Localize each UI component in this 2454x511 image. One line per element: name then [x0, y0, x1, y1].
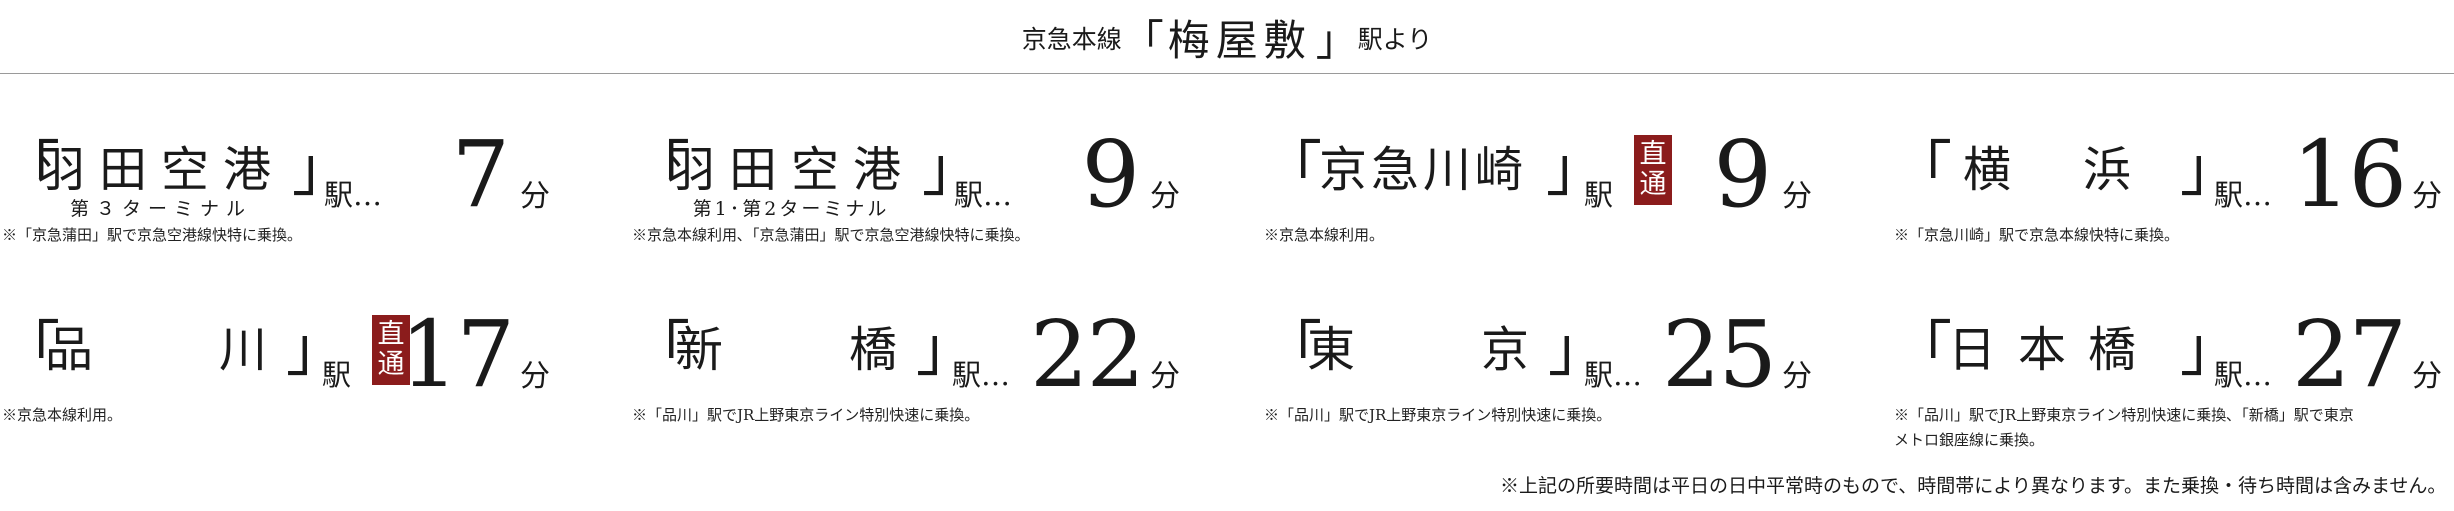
station-name: 羽田空港	[36, 142, 285, 198]
route-card: 「 羽田空港 第３ターミナル 」 駅… 7 分 ※「京急蒲田」駅で京急空港線快特…	[0, 129, 602, 295]
eki-label: 駅	[2214, 358, 2244, 392]
title-suffix: 駅より	[1357, 25, 1433, 54]
leader-dots: …	[2243, 178, 2273, 212]
station-name: 東 京	[1306, 322, 1539, 378]
route-note: ※京急本線利用。	[1264, 223, 1864, 248]
station-name: 品 川	[44, 322, 277, 378]
route-card: 「 横 浜 」 駅… 16 分 ※「京急川崎」駅で京急本線快特に乗換。	[1892, 129, 2454, 295]
leader-dots: …	[983, 178, 1013, 212]
origin-station: 梅屋敷	[1167, 16, 1312, 65]
route-card: 「 日本橋 」 駅… 27 分 ※「品川」駅でJR上野東京ライン特別快速に乗換､…	[1892, 309, 2454, 475]
leader-dots: …	[2243, 358, 2273, 392]
station-subname: 第３ターミナル	[69, 198, 252, 220]
station-name: 日本橋	[1947, 322, 2158, 378]
travel-minutes: 22	[1030, 301, 1145, 408]
travel-minutes: 7	[451, 121, 510, 228]
travel-minutes: 17	[400, 301, 515, 408]
eki-label: 駅	[2214, 178, 2244, 212]
minutes-unit: 分	[2412, 179, 2442, 214]
route-card: 「 品 川 」 駅 直 通 17 分 ※京急本線利用。	[0, 309, 602, 475]
station-name: 新 橋	[674, 322, 907, 378]
note-line: ※「京急川崎」駅で京急本線快特に乗換。	[1894, 226, 2180, 244]
route-note: ※「品川」駅でJR上野東京ライン特別快速に乗換。	[1264, 403, 1864, 428]
page-title: 京急本線 「 梅屋敷 」 駅より	[0, 8, 2454, 62]
station-subname: 第1･第2ターミナル	[692, 198, 890, 220]
note-line: ※「京急蒲田」駅で京急空港線快特に乗換。	[2, 226, 303, 244]
eki-label: 駅	[1584, 178, 1614, 212]
note-line: ※京急本線利用。	[2, 406, 123, 424]
station-name: 京急川崎	[1318, 142, 1527, 198]
note-line: ※「品川」駅でJR上野東京ライン特別快速に乗換。	[1264, 406, 1612, 424]
leader-dots: …	[353, 178, 383, 212]
eki-label: 駅	[1584, 358, 1614, 392]
eki-label: 駅	[322, 358, 352, 392]
title-close-bracket: 」	[1315, 16, 1358, 65]
note-line: ※京急本線利用､「京急蒲田」駅で京急空港線快特に乗換。	[632, 226, 1030, 244]
leader-dots: …	[981, 358, 1011, 392]
minutes-unit: 分	[1150, 359, 1180, 394]
station-name: 羽田空港	[666, 142, 915, 198]
minutes-unit: 分	[520, 179, 550, 214]
minutes-unit: 分	[2412, 359, 2442, 394]
route-note: ※「品川」駅でJR上野東京ライン特別快速に乗換､「新橋」駅で東京 メトロ銀座線に…	[1894, 403, 2454, 453]
route-note: ※「品川」駅でJR上野東京ライン特別快速に乗換。	[632, 403, 1232, 428]
route-card: 「 新 橋 」 駅… 22 分 ※「品川」駅でJR上野東京ライン特別快速に乗換。	[630, 309, 1232, 475]
line-name: 京急本線	[1021, 25, 1122, 54]
route-note: ※京急本線利用､「京急蒲田」駅で京急空港線快特に乗換。	[632, 223, 1232, 248]
route-card: 「 京急川崎 」 駅 直 通 9 分 ※京急本線利用。	[1262, 129, 1864, 295]
eki-label: 駅	[952, 358, 982, 392]
minutes-unit: 分	[520, 359, 550, 394]
travel-minutes: 9	[1713, 121, 1772, 228]
title-open-bracket: 「	[1121, 16, 1164, 65]
eki-label: 駅	[324, 178, 354, 212]
travel-minutes: 9	[1081, 121, 1140, 228]
minutes-unit: 分	[1782, 359, 1812, 394]
travel-minutes: 16	[2292, 121, 2407, 228]
minutes-unit: 分	[1782, 179, 1812, 214]
route-card: 「 東 京 」 駅… 25 分 ※「品川」駅でJR上野東京ライン特別快速に乗換。	[1262, 309, 1864, 475]
station-name: 横 浜	[1962, 142, 2143, 198]
note-line: メトロ銀座線に乗換。	[1894, 431, 2045, 449]
route-note: ※「京急川崎」駅で京急本線快特に乗換。	[1894, 223, 2454, 248]
leader-dots: …	[1613, 358, 1643, 392]
eki-label: 駅	[954, 178, 984, 212]
travel-minutes: 25	[1662, 301, 1777, 408]
note-line: ※京急本線利用。	[1264, 226, 1385, 244]
route-note: ※「京急蒲田」駅で京急空港線快特に乗換。	[2, 223, 602, 248]
header-divider	[0, 73, 2454, 74]
note-line: ※「品川」駅でJR上野東京ライン特別快速に乗換､「新橋」駅で東京	[1894, 406, 2354, 424]
travel-minutes: 27	[2292, 301, 2407, 408]
route-note: ※京急本線利用。	[2, 403, 602, 428]
note-line: ※「品川」駅でJR上野東京ライン特別快速に乗換。	[632, 406, 980, 424]
minutes-unit: 分	[1150, 179, 1180, 214]
route-card: 「 羽田空港 第1･第2ターミナル 」 駅… 9 分 ※京急本線利用､「京急蒲田…	[630, 129, 1232, 295]
footnote: ※上記の所要時間は平日の日中平常時のもので、時間帯により異なります。また乗換・待…	[1500, 475, 2447, 497]
